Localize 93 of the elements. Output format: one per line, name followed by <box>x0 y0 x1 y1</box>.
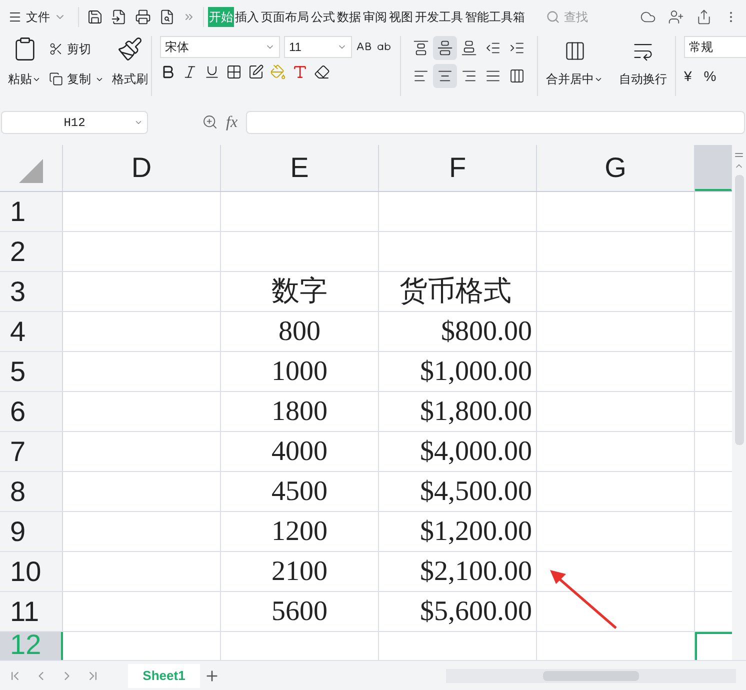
scissors-icon <box>49 42 63 56</box>
cloud-icon[interactable] <box>640 9 656 25</box>
decrease-indent-icon <box>485 40 501 56</box>
cut-button[interactable]: 剪切 <box>49 40 104 58</box>
print-icon[interactable] <box>135 9 151 25</box>
share-user-icon[interactable] <box>668 9 684 25</box>
table-cell-text: 1800 <box>272 394 328 428</box>
align-bottom-icon <box>461 40 477 56</box>
align-right-icon <box>461 68 477 84</box>
table-cell-text: $1,200.00 <box>420 514 532 548</box>
paintbrush-icon <box>117 36 143 62</box>
ribbon-tab[interactable]: 数据 <box>336 7 362 27</box>
align-left-icon <box>413 68 429 84</box>
ribbon-tab[interactable]: 智能工具箱 <box>464 7 526 27</box>
increase-indent-icon <box>509 40 525 56</box>
ribbon-tab[interactable]: 视图 <box>388 7 414 27</box>
paste-button[interactable]: 粘贴 <box>8 36 41 88</box>
caret-icon <box>134 118 143 127</box>
wrap-text-button[interactable]: 自动换行 <box>611 36 676 96</box>
row-header[interactable]: 2 <box>0 232 63 271</box>
more-icon[interactable] <box>183 11 195 23</box>
number-format-field[interactable]: 常规 <box>684 36 746 58</box>
font-color-icon[interactable] <box>292 64 308 80</box>
cell-style-icon[interactable] <box>248 64 264 80</box>
table-cell-text: $4,500.00 <box>420 474 532 508</box>
table-cell-text: 1000 <box>272 354 328 388</box>
table-cell-text: 货币格式 <box>400 274 512 308</box>
row-header[interactable]: 9 <box>0 512 63 551</box>
print-preview-icon[interactable] <box>159 9 175 25</box>
ribbon-tab[interactable]: 公式 <box>310 7 336 27</box>
underline-icon[interactable] <box>204 64 220 80</box>
align-top-icon <box>413 40 429 56</box>
italic-icon[interactable] <box>182 64 198 80</box>
table-cell-text: 1200 <box>272 514 328 548</box>
formula-field[interactable] <box>246 111 745 134</box>
clear-icon[interactable] <box>314 64 330 80</box>
function-label[interactable]: fx <box>226 111 238 135</box>
format-painter-button[interactable]: 格式刷 <box>112 36 148 88</box>
table-cell-text: $800.00 <box>441 314 532 348</box>
annotation-arrow <box>548 568 618 630</box>
search-icon <box>546 10 560 24</box>
fill-color-icon[interactable] <box>270 64 286 80</box>
file-menu[interactable]: 文件 <box>8 8 70 26</box>
column-header[interactable]: F <box>379 145 537 191</box>
table-cell-text: $1,000.00 <box>420 354 532 388</box>
row-header[interactable]: 7 <box>0 432 63 471</box>
horizontal-scrollbar[interactable] <box>446 668 736 682</box>
ribbon-tab[interactable]: 插入 <box>234 7 260 27</box>
table-cell-text: $4,000.00 <box>420 434 532 468</box>
table-cell-text: 5600 <box>272 594 328 628</box>
merge-center-button[interactable]: 合并居中 <box>538 36 611 88</box>
justify-icon <box>485 68 501 84</box>
row-header[interactable]: 6 <box>0 392 63 431</box>
save-icon[interactable] <box>87 9 103 25</box>
column-header[interactable]: D <box>63 145 221 191</box>
zoom-icon[interactable] <box>202 114 218 130</box>
table-cell-text: 2100 <box>272 554 328 588</box>
ribbon-tab[interactable]: 开发工具 <box>414 7 464 27</box>
font-name-field[interactable]: 宋体 <box>160 36 280 58</box>
add-sheet-icon[interactable] <box>204 668 220 684</box>
align-middle-button[interactable] <box>433 36 457 60</box>
align-center-button[interactable] <box>433 64 457 88</box>
export-icon[interactable] <box>111 9 127 25</box>
table-cell-text: $1,800.00 <box>420 394 532 428</box>
table-cell-text: 数字 <box>272 274 328 308</box>
table-cell-text: 4000 <box>272 434 328 468</box>
copy-button[interactable]: 复制 <box>49 70 104 88</box>
row-header[interactable]: 8 <box>0 472 63 511</box>
align-middle-icon <box>437 40 453 56</box>
row-header[interactable]: 3 <box>0 272 63 311</box>
row-header[interactable]: 1 <box>0 192 63 231</box>
ribbon-tab[interactable]: 审阅 <box>362 7 388 27</box>
name-box[interactable]: H12 <box>1 111 148 134</box>
merge-cells-icon <box>564 40 586 62</box>
ribbon-tab[interactable]: 页面布局 <box>260 7 310 27</box>
copy-icon <box>49 72 63 86</box>
currency-button[interactable]: ¥ <box>684 66 692 87</box>
table-cell-text: 4500 <box>272 474 328 508</box>
column-header[interactable]: E <box>221 145 379 191</box>
row-header[interactable]: 5 <box>0 352 63 391</box>
row-header[interactable]: 10 <box>0 552 63 591</box>
table-cell-text: $2,100.00 <box>420 554 532 588</box>
borders-icon[interactable] <box>226 64 242 80</box>
align-center-icon <box>437 68 453 84</box>
table-cell-text: $5,600.00 <box>420 594 532 628</box>
row-header[interactable]: 4 <box>0 312 63 351</box>
distributed-align-icon <box>509 68 525 84</box>
font-size-field[interactable]: 11 <box>284 36 352 58</box>
row-header[interactable]: 11 <box>0 592 63 631</box>
share-icon[interactable] <box>696 9 712 25</box>
table-cell-text: 800 <box>278 314 320 348</box>
percent-button[interactable]: % <box>704 66 716 87</box>
menu-icon <box>8 10 22 24</box>
